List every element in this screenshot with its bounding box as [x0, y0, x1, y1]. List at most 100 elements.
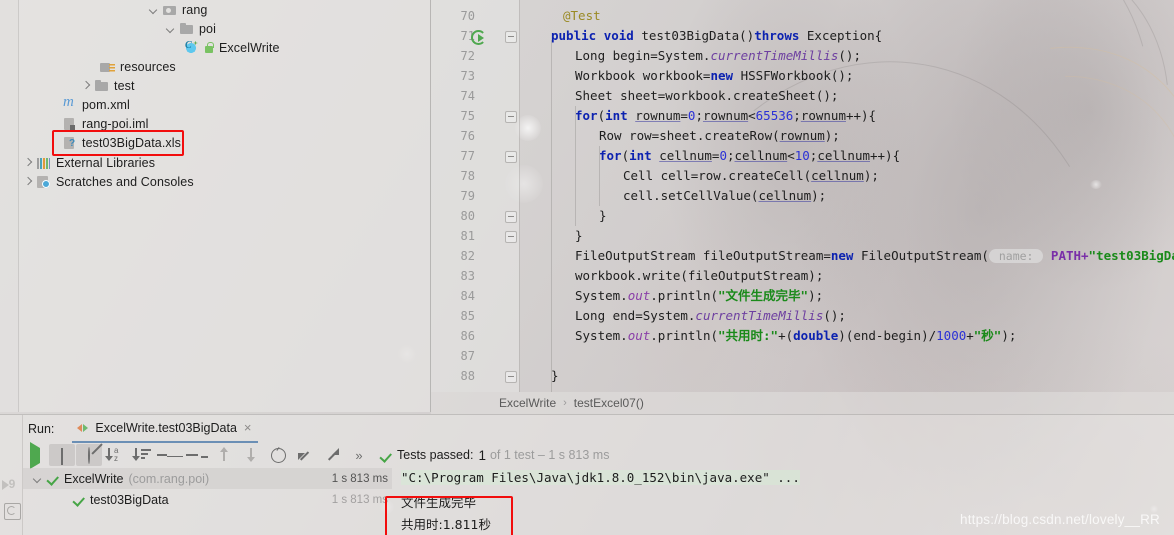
run-test-gutter-icon[interactable]: [471, 29, 486, 45]
chevron-right-icon: ›: [563, 397, 567, 409]
line-number: 71: [460, 29, 475, 43]
export-tests-button[interactable]: [319, 444, 345, 466]
chevron-right-icon[interactable]: [22, 157, 34, 169]
code-line[interactable]: for(int rownum=0;rownum<65536;rownum++){: [575, 106, 876, 126]
code-token: Exception{: [806, 28, 883, 43]
test-result-row[interactable]: test03BigData 1 s 813 ms: [22, 489, 392, 510]
chevron-right-icon[interactable]: [80, 80, 92, 92]
code-fold-icon[interactable]: [505, 211, 517, 223]
code-token: 0: [719, 148, 727, 163]
chevron-down-icon[interactable]: [148, 4, 160, 16]
code-fold-icon[interactable]: [505, 111, 517, 123]
sort-alphabetically-button[interactable]: az: [103, 444, 129, 466]
tree-item-resources[interactable]: resources: [100, 57, 176, 76]
show-passed-toggle[interactable]: [49, 444, 75, 466]
show-ignored-toggle[interactable]: [76, 444, 102, 466]
more-options-button[interactable]: »: [346, 444, 372, 466]
chevron-right-icon[interactable]: [22, 176, 34, 188]
code-token: cellnum: [734, 148, 788, 163]
run-toolbar[interactable]: az » Tests passed: 1 of 1 test – 1 s 813…: [22, 442, 1174, 468]
rerun-button[interactable]: [22, 444, 48, 466]
tree-item-label: pom.xml: [82, 97, 130, 112]
tree-item-scratches-and-consoles[interactable]: Scratches and Consoles: [22, 172, 194, 191]
code-line[interactable]: for(int cellnum=0;cellnum<10;cellnum++){: [599, 146, 900, 166]
file-icon: [62, 116, 78, 132]
gutter-separator: [519, 0, 520, 392]
code-line[interactable]: Workbook workbook=new HSSFWorkbook();: [575, 66, 853, 86]
test-results-tree[interactable]: ExcelWrite (com.rang.poi) 1 s 813 ms test03…: [22, 468, 392, 535]
tree-item-label: Scratches and Consoles: [56, 174, 194, 189]
code-token: (: [597, 108, 606, 123]
sort-by-duration-button[interactable]: [130, 444, 156, 466]
code-line[interactable]: Long end=System.currentTimeMillis();: [575, 306, 846, 326]
code-token: +(: [778, 328, 794, 343]
code-token: cellnum: [817, 148, 870, 163]
project-tool-window[interactable]: rang poiExcelWrite resources test pom.xml ran…: [0, 0, 431, 412]
breadcrumb-item-method[interactable]: testExcel07(): [574, 396, 644, 410]
code-token: }: [575, 228, 583, 243]
tree-item-label: External Libraries: [56, 155, 156, 170]
close-icon[interactable]: ×: [244, 421, 252, 434]
code-token: currentTimeMillis: [695, 308, 824, 323]
console-output[interactable]: "C:\Program Files\Java\jdk1.8.0_152\bin\…: [393, 468, 1174, 535]
tree-item-rang[interactable]: rang: [148, 0, 207, 19]
check-icon: [72, 493, 85, 506]
tree-item-rang-poi-iml[interactable]: rang-poi.iml: [62, 114, 149, 133]
code-line[interactable]: Cell cell=row.createCell(cellnum);: [623, 166, 879, 186]
code-fold-icon[interactable]: [505, 231, 517, 243]
code-token: int: [605, 108, 636, 123]
code-editor[interactable]: 70 @Test 71 public void test03BigData()thro…: [431, 0, 1174, 392]
console-command-line: "C:\Program Files\Java\jdk1.8.0_152\bin\…: [401, 470, 800, 485]
run-configuration-tab[interactable]: ExcelWrite.test03BigData ×: [72, 415, 258, 443]
tree-item-poi[interactable]: poi: [165, 19, 216, 38]
code-line[interactable]: Sheet sheet=workbook.createSheet();: [575, 86, 838, 106]
code-line[interactable]: workbook.write(fileOutputStream);: [575, 266, 823, 286]
scratches-icon: [36, 174, 52, 190]
tree-item-pom-xml[interactable]: pom.xml: [62, 94, 130, 114]
code-line[interactable]: Long begin=System.currentTimeMillis();: [575, 46, 861, 66]
tree-item-test[interactable]: test: [80, 76, 135, 95]
breadcrumb-item-class[interactable]: ExcelWrite: [499, 396, 556, 410]
tree-item-external-libraries[interactable]: External Libraries: [22, 153, 155, 172]
code-line[interactable]: Row row=sheet.createRow(rownum);: [599, 126, 840, 146]
lock-icon: [203, 41, 215, 55]
expand-all-button[interactable]: [157, 444, 183, 466]
code-token: );: [824, 128, 840, 143]
code-token: cell.setCellValue(: [623, 188, 759, 203]
run-window-header: Run: ExcelWrite.test03BigData ×: [22, 415, 1174, 443]
tree-item-test03bigdata-xls[interactable]: test03BigData.xls: [62, 133, 181, 152]
code-line[interactable]: cell.setCellValue(cellnum);: [623, 186, 826, 206]
code-fold-icon[interactable]: [505, 371, 517, 383]
test-result-row[interactable]: ExcelWrite (com.rang.poi) 1 s 813 ms: [22, 468, 392, 489]
code-token: HSSFWorkbook();: [740, 68, 854, 83]
breadcrumb[interactable]: ExcelWrite › testExcel07(): [431, 392, 1174, 414]
import-tests-button[interactable]: [292, 444, 318, 466]
code-line[interactable]: FileOutputStream fileOutputStream=new Fi…: [575, 246, 1174, 266]
indent-guide: [551, 40, 552, 392]
code-line[interactable]: System.out.println("共用时:"+(double)(end-b…: [575, 326, 1016, 346]
tree-item-excelwrite[interactable]: ExcelWrite: [183, 38, 280, 57]
code-token: );: [811, 188, 827, 203]
code-line[interactable]: public void test03BigData()throws Except…: [551, 26, 882, 46]
code-token: int: [629, 148, 660, 163]
next-failed-test-button[interactable]: [238, 444, 264, 466]
run-tool-window[interactable]: 9 Run: ExcelWrite.test03BigData × az » T…: [0, 414, 1174, 535]
code-token: rownum: [702, 108, 749, 123]
code-line[interactable]: }: [575, 226, 583, 246]
code-line[interactable]: System.out.println("文件生成完毕");: [575, 286, 823, 306]
chevron-down-icon[interactable]: [32, 473, 44, 485]
run-window-number-icon[interactable]: 9: [2, 477, 20, 493]
code-fold-icon[interactable]: [505, 31, 517, 43]
collapse-all-button[interactable]: [184, 444, 210, 466]
line-number: 87: [460, 349, 475, 363]
code-line[interactable]: @Test: [563, 6, 601, 26]
code-token: 1000: [936, 328, 967, 343]
test-history-button[interactable]: [265, 444, 291, 466]
code-line[interactable]: }: [599, 206, 607, 226]
rerun-automatically-icon[interactable]: [4, 503, 21, 520]
chevron-down-icon[interactable]: [165, 23, 177, 35]
previous-failed-test-button[interactable]: [211, 444, 237, 466]
code-fold-icon[interactable]: [505, 151, 517, 163]
code-line[interactable]: }: [551, 366, 559, 386]
libraries-icon: [36, 155, 52, 171]
